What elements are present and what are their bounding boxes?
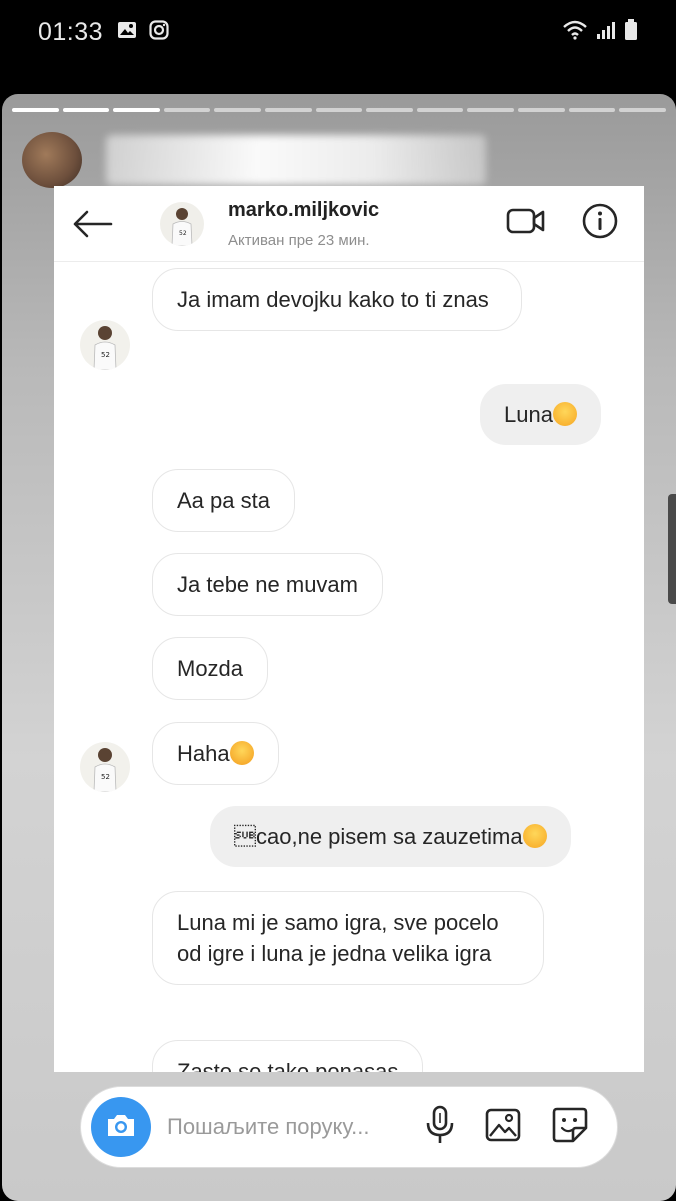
- message-bubble-incoming[interactable]: Zasto se tako ponasas: [152, 1040, 424, 1072]
- microphone-icon[interactable]: [425, 1105, 455, 1150]
- avatar[interactable]: 52: [160, 201, 204, 246]
- info-icon[interactable]: [582, 203, 618, 244]
- story-progress-segment: [163, 108, 211, 112]
- sender-avatar[interactable]: 52: [80, 320, 130, 370]
- camera-icon: [105, 1111, 137, 1144]
- story-progress-segment: [62, 108, 110, 112]
- chat-username[interactable]: marko.miljkovic: [228, 199, 379, 222]
- sticker-icon[interactable]: [551, 1106, 589, 1149]
- dm-header: 52 marko.miljkovic Активан пре 23 мин.: [54, 186, 644, 262]
- message-text: Ja imam devojku kako to ti znas: [177, 287, 489, 312]
- story-progress: [12, 108, 666, 112]
- story-edge-handle: [668, 494, 676, 604]
- back-arrow-icon[interactable]: [70, 206, 114, 242]
- story-progress-segment: [113, 108, 160, 112]
- message-bubble-incoming[interactable]: Ja imam devojku kako to ti znas: [152, 268, 522, 331]
- active-status: Активан пре 23 мин.: [228, 231, 370, 249]
- dm-screenshot: 52 marko.miljkovic Активан пре 23 мин. J…: [54, 186, 644, 1072]
- message-list[interactable]: Ja imam devojku kako to ti znas 52 Luna …: [54, 262, 644, 1072]
- story-author-avatar[interactable]: [22, 132, 82, 188]
- story-progress-segment: [265, 108, 312, 112]
- message-text: Luna mi je samo igra, sve pocelo od igre…: [177, 910, 499, 966]
- story-progress-segment: [12, 108, 59, 112]
- story-progress-segment: [568, 108, 616, 112]
- message-bubble-outgoing[interactable]: cao,ne pisem sa zauzetima: [210, 806, 571, 867]
- svg-text:52: 52: [179, 230, 187, 237]
- svg-text:52: 52: [101, 773, 110, 781]
- message-text: Haha: [177, 741, 230, 766]
- story-progress-segment: [619, 108, 666, 112]
- story-progress-segment: [315, 108, 363, 112]
- wifi-icon: [562, 20, 588, 45]
- story-progress-segment: [366, 108, 413, 112]
- message-bubble-incoming[interactable]: Ja tebe ne muvam: [152, 553, 383, 616]
- message-text: Luna: [504, 402, 553, 427]
- smiling-face-icon: [552, 402, 577, 426]
- message-text: Mozda: [177, 656, 244, 681]
- story-header: [22, 132, 582, 188]
- message-text: Zasto se tako ponasas: [177, 1059, 399, 1072]
- status-bar: 01:33: [0, 0, 676, 64]
- message-bubble-incoming[interactable]: Haha: [152, 722, 279, 785]
- signal-icon: [596, 20, 616, 45]
- instagram-icon: [149, 19, 169, 45]
- video-call-icon[interactable]: [506, 206, 546, 241]
- gallery-icon: [117, 20, 137, 45]
- story-author-name-blurred: [106, 135, 486, 185]
- battery-icon: [624, 18, 638, 46]
- story-progress-segment: [214, 108, 262, 112]
- message-text: cao,ne pisem sa zauzetima: [234, 824, 523, 849]
- winking-face-icon: [229, 741, 254, 765]
- message-composer: [80, 1086, 618, 1168]
- status-time: 01:33: [38, 17, 104, 46]
- message-bubble-incoming[interactable]: Luna mi je samo igra, sve pocelo od igre…: [152, 891, 544, 985]
- story-progress-segment: [416, 108, 464, 112]
- camera-button[interactable]: [91, 1097, 151, 1157]
- message-text: Ja tebe ne muvam: [177, 572, 358, 597]
- message-bubble-incoming[interactable]: Mozda: [152, 637, 269, 700]
- story-progress-segment: [467, 108, 515, 112]
- message-bubble-incoming[interactable]: Aa pa sta: [152, 469, 295, 532]
- message-text: Aa pa sta: [177, 488, 270, 513]
- message-input[interactable]: [167, 1114, 417, 1140]
- svg-text:52: 52: [101, 351, 110, 359]
- smiling-face-icon: [522, 824, 547, 848]
- story-progress-segment: [518, 108, 565, 112]
- gallery-icon[interactable]: [485, 1108, 521, 1147]
- sender-avatar[interactable]: 52: [80, 742, 130, 792]
- message-bubble-outgoing[interactable]: Luna: [480, 384, 601, 445]
